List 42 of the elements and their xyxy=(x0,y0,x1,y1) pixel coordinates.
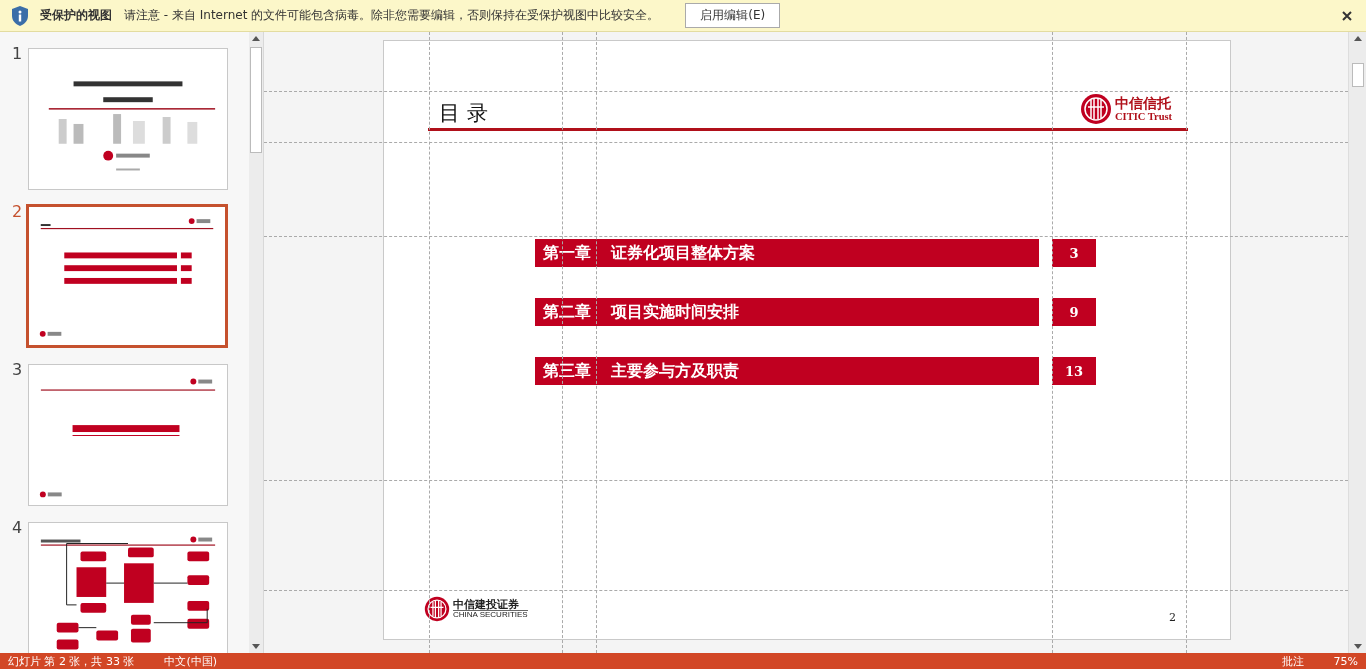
slide-number: 4 xyxy=(11,518,24,537)
slide-thumbnail[interactable] xyxy=(28,48,228,190)
logo-subtitle: CHINA SECURITIES xyxy=(453,610,528,620)
chapter-title: 证券化项目整体方案 xyxy=(611,242,755,264)
slide-count: 幻灯片 第 2 张，共 33 张 xyxy=(8,653,135,669)
slide-number: 1 xyxy=(11,44,24,63)
zoom-level[interactable]: 75% xyxy=(1333,654,1358,668)
logo-name: 中信信托 xyxy=(1115,96,1172,111)
scroll-down-icon[interactable] xyxy=(1353,644,1362,649)
slide-thumbnail[interactable] xyxy=(26,204,228,348)
logo-subtitle: CITIC Trust xyxy=(1115,110,1173,122)
chapter-page-number: 3 xyxy=(1052,239,1096,267)
chapter-label: 第二章 xyxy=(543,301,591,323)
slide-number: 2 xyxy=(11,202,24,221)
slide-number: 3 xyxy=(11,360,24,379)
comments-button[interactable]: 批注 xyxy=(1281,653,1304,669)
slide-thumbnail[interactable] xyxy=(28,364,228,506)
scrollbar[interactable] xyxy=(1348,32,1366,653)
chapter-label: 第三章 xyxy=(543,360,591,382)
warning-message: 请注意 - 来自 Internet 的文件可能包含病毒。除非您需要编辑，否则保持在受保护视图中比较安全。 xyxy=(124,7,660,24)
slide-thumbnail[interactable] xyxy=(28,522,228,653)
scrollbar[interactable] xyxy=(249,32,263,653)
bar-title: 受保护的视图 xyxy=(40,7,112,24)
shield-info-icon xyxy=(10,4,30,27)
scroll-thumb[interactable] xyxy=(1351,63,1364,87)
circular-logo-icon xyxy=(1080,93,1112,125)
language-indicator[interactable]: 中文(中国) xyxy=(164,653,218,669)
scroll-up-icon[interactable] xyxy=(252,36,260,41)
scroll-thumb[interactable] xyxy=(250,47,262,153)
scroll-up-icon[interactable] xyxy=(1353,36,1362,41)
scroll-down-icon[interactable] xyxy=(252,644,260,649)
page-number: 2 xyxy=(1169,611,1176,624)
slide-title: 目 录 xyxy=(439,100,488,127)
chapter-label: 第一章 xyxy=(543,242,591,264)
enable-editing-button[interactable]: 启用编辑(E) xyxy=(685,3,781,28)
logo-name: 中信建投证券 xyxy=(453,598,520,611)
chapter-page-number: 13 xyxy=(1052,357,1096,385)
chapter-title: 项目实施时间安排 xyxy=(611,301,739,323)
close-icon[interactable] xyxy=(1342,10,1352,21)
chapter-page-number: 9 xyxy=(1052,298,1096,326)
circular-logo-icon xyxy=(424,596,450,622)
chapter-title: 主要参与方及职责 xyxy=(611,360,739,382)
